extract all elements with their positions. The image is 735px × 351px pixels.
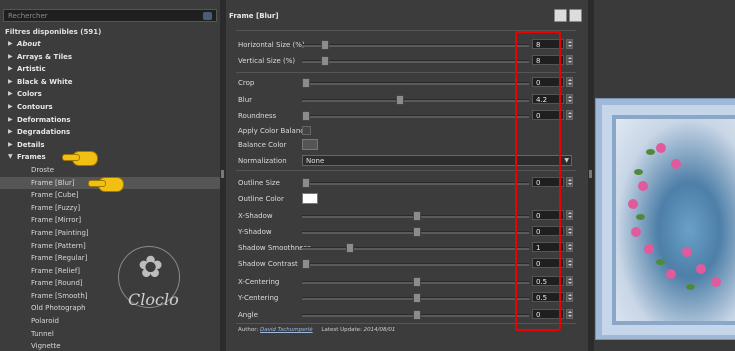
- spinner-icon[interactable]: [566, 55, 573, 65]
- spinner-icon[interactable]: [566, 309, 573, 319]
- filter-title: Frame [Blur]: [229, 12, 279, 20]
- slider-track[interactable]: [302, 247, 529, 250]
- slider-handle[interactable]: [321, 56, 329, 66]
- category-artistic[interactable]: ▶ Artistic: [0, 63, 220, 76]
- expand-arrow-icon[interactable]: ▶: [8, 51, 13, 64]
- category-about[interactable]: ▶ About: [0, 38, 220, 51]
- preview-panel: [594, 0, 735, 351]
- expand-arrow-icon[interactable]: ▶: [8, 126, 13, 139]
- filter-item-frame-fuzzy[interactable]: Frame [Fuzzy]: [0, 202, 220, 215]
- collapse-arrow-icon[interactable]: ▼: [8, 151, 13, 164]
- search-input[interactable]: Rechercher: [3, 9, 217, 22]
- highlight-annotation: [515, 31, 561, 331]
- expand-arrow-icon[interactable]: ▶: [8, 63, 13, 76]
- spinner-icon[interactable]: [566, 258, 573, 268]
- filter-tree: ▶ About ▶ Arrays & Tiles ▶ Artistic ▶ Black …: [0, 38, 220, 351]
- preview-image[interactable]: [595, 98, 735, 340]
- slider-handle[interactable]: [346, 243, 354, 253]
- pointing-hand-icon: [62, 150, 98, 166]
- category-colors[interactable]: ▶ Colors: [0, 88, 220, 101]
- filter-item-frame-round[interactable]: Frame [Round]: [0, 277, 220, 290]
- spinner-icon[interactable]: [566, 242, 573, 252]
- slider-handle[interactable]: [413, 227, 421, 237]
- expand-arrow-icon[interactable]: ▶: [8, 139, 13, 152]
- expand-arrow-icon[interactable]: ▶: [8, 101, 13, 114]
- expand-arrow-icon[interactable]: ▶: [8, 88, 13, 101]
- search-icon[interactable]: [203, 12, 212, 20]
- filter-item-frame-relief[interactable]: Frame [Relief]: [0, 265, 220, 278]
- spinner-icon[interactable]: [566, 77, 573, 87]
- expand-arrow-icon[interactable]: ▶: [8, 38, 13, 51]
- spinner-icon[interactable]: [566, 177, 573, 187]
- filter-item-tunnel[interactable]: Tunnel: [0, 328, 220, 341]
- category-deformations[interactable]: ▶ Deformations: [0, 114, 220, 127]
- outline-color-swatch[interactable]: [302, 193, 318, 204]
- category-details[interactable]: ▶ Details: [0, 139, 220, 152]
- slider-track[interactable]: [302, 115, 529, 118]
- apply-color-balance-checkbox[interactable]: [302, 126, 311, 135]
- slider-track[interactable]: [302, 44, 529, 47]
- flower-icon: ✿: [138, 250, 164, 285]
- category-arrays-tiles[interactable]: ▶ Arrays & Tiles: [0, 51, 220, 64]
- category-black-white[interactable]: ▶ Black & White: [0, 76, 220, 89]
- filter-item-polaroid[interactable]: Polaroid: [0, 315, 220, 328]
- refresh-icon[interactable]: [569, 9, 582, 22]
- slider-handle[interactable]: [413, 277, 421, 287]
- slider-track[interactable]: [302, 99, 529, 102]
- spinner-icon[interactable]: [566, 210, 573, 220]
- spinner-icon[interactable]: [566, 110, 573, 120]
- slider-handle[interactable]: [413, 211, 421, 221]
- pointing-hand-icon: [88, 176, 124, 192]
- slider-track[interactable]: [302, 82, 529, 85]
- slider-track[interactable]: [302, 263, 529, 266]
- watermark-logo: Cloclo: [128, 290, 179, 309]
- expand-arrow-icon[interactable]: ▶: [8, 114, 13, 127]
- slider-handle[interactable]: [413, 310, 421, 320]
- slider-handle[interactable]: [396, 95, 404, 105]
- filter-credits: Author: David Tschumperlé Latest Update:…: [238, 327, 396, 333]
- slider-track[interactable]: [302, 60, 529, 63]
- filter-item-droste[interactable]: Droste: [0, 164, 220, 177]
- slider-handle[interactable]: [302, 178, 310, 188]
- spinner-icon[interactable]: [566, 94, 573, 104]
- filter-panel: Rechercher Filtres disponibles (591) ▶ Ab…: [0, 0, 220, 351]
- slider-handle[interactable]: [302, 111, 310, 121]
- filter-item-frame-painting[interactable]: Frame [Painting]: [0, 227, 220, 240]
- spinner-icon[interactable]: [566, 292, 573, 302]
- spinner-icon[interactable]: [566, 39, 573, 49]
- author-link[interactable]: David Tschumperlé: [260, 327, 313, 333]
- slider-handle[interactable]: [321, 40, 329, 50]
- spinner-icon[interactable]: [566, 226, 573, 236]
- copy-button[interactable]: [554, 9, 567, 22]
- slider-track[interactable]: [302, 182, 529, 185]
- spinner-icon[interactable]: [566, 276, 573, 286]
- category-degradations[interactable]: ▶ Degradations: [0, 126, 220, 139]
- filter-item-frame-pattern[interactable]: Frame [Pattern]: [0, 240, 220, 253]
- filter-item-old-photograph[interactable]: Old Photograph: [0, 302, 220, 315]
- filter-item-frame-regular[interactable]: Frame [Regular]: [0, 252, 220, 265]
- filter-count-label: Filtres disponibles (591): [5, 28, 102, 36]
- category-frames[interactable]: ▼ Frames: [0, 151, 220, 164]
- slider-handle[interactable]: [302, 78, 310, 88]
- slider-handle[interactable]: [302, 259, 310, 269]
- filter-item-frame-smooth[interactable]: Frame [Smooth]: [0, 290, 220, 303]
- search-placeholder: Rechercher: [8, 12, 48, 20]
- slider-handle[interactable]: [413, 293, 421, 303]
- preview-photo: [616, 119, 735, 321]
- category-contours[interactable]: ▶ Contours: [0, 101, 220, 114]
- balance-color-swatch[interactable]: [302, 139, 318, 150]
- expand-arrow-icon[interactable]: ▶: [8, 76, 13, 89]
- filter-item-vignette[interactable]: Vignette: [0, 340, 220, 351]
- chevron-down-icon: ▼: [564, 157, 569, 164]
- filter-item-frame-mirror[interactable]: Frame [Mirror]: [0, 214, 220, 227]
